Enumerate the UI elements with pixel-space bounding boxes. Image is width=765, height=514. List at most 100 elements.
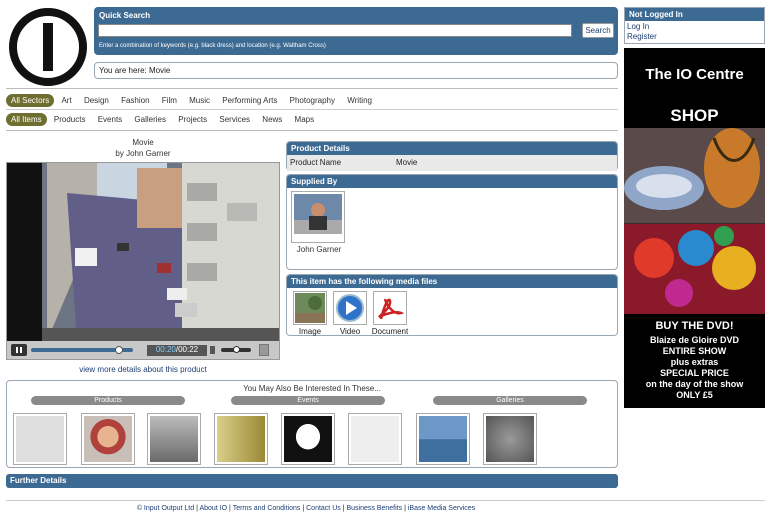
media-document-label: Document (371, 327, 409, 336)
footer-about[interactable]: About IO (199, 505, 227, 512)
sector-performing-arts[interactable]: Performing Arts (217, 94, 282, 107)
supplier-photo (294, 194, 342, 234)
related-thumb[interactable] (13, 413, 67, 465)
related-tab-events[interactable]: Events (231, 396, 385, 405)
volume-handle[interactable] (233, 346, 240, 353)
related-thumb[interactable] (81, 413, 135, 465)
footer-contact[interactable]: Contact Us (306, 505, 341, 512)
product-details-header: Product Details (287, 142, 617, 155)
item-galleries[interactable]: Galleries (129, 113, 171, 126)
footer-links: © Input Output Ltd | About IO | Terms an… (136, 505, 476, 512)
time-display: 00:20/00:22 (147, 345, 207, 356)
related-thumb[interactable] (416, 413, 470, 465)
footer-terms[interactable]: Terms and Conditions (233, 505, 301, 512)
sector-fashion[interactable]: Fashion (116, 94, 154, 107)
sector-art[interactable]: Art (56, 94, 76, 107)
related-title: You May Also Be Interested In These... (243, 384, 381, 393)
related-thumb[interactable] (147, 413, 201, 465)
divider (6, 88, 618, 89)
product-title: Movie (132, 138, 154, 147)
video-frame (7, 163, 279, 341)
quick-search-title: Quick Search (99, 11, 151, 20)
related-tab-galleries[interactable]: Galleries (433, 396, 587, 405)
media-files-panel: This item has the following media files … (286, 274, 618, 336)
item-news[interactable]: News (257, 113, 287, 126)
ad-line7: ONLY £5 (676, 390, 713, 400)
ad-line2: Blaize de Gloire DVD (649, 335, 740, 345)
breadcrumb: You are here: Movie (94, 62, 618, 79)
item-services[interactable]: Services (214, 113, 255, 126)
ad-line4: plus extras (670, 357, 719, 367)
product-name-label: Product Name (290, 158, 342, 167)
search-button[interactable]: Search (582, 23, 614, 38)
fullscreen-icon[interactable] (259, 344, 269, 356)
divider (6, 109, 618, 110)
media-image[interactable] (293, 291, 327, 325)
item-events[interactable]: Events (93, 113, 127, 126)
footer-copyright[interactable]: © Input Output Ltd (137, 505, 194, 512)
media-video-label: Video (339, 327, 361, 336)
ad-shop: SHOP (670, 106, 719, 125)
search-input[interactable] (98, 24, 572, 37)
sector-nav: All Sectors Art Design Fashion Film Musi… (6, 94, 377, 107)
related-panel: You May Also Be Interested In These... P… (6, 380, 618, 468)
ad-title: The IO Centre (645, 66, 744, 83)
image-icon (295, 293, 325, 323)
sector-photography[interactable]: Photography (285, 94, 340, 107)
related-thumb[interactable] (281, 413, 335, 465)
login-box: Not Logged In Log In Register (624, 7, 765, 44)
related-thumb[interactable] (348, 413, 402, 465)
media-files-header: This item has the following media files (287, 275, 617, 288)
login-link[interactable]: Log In (625, 21, 764, 32)
quick-search-panel: Quick Search Search Enter a combination … (94, 7, 618, 55)
item-all[interactable]: All Items (6, 113, 47, 126)
item-type-nav: All Items Products Events Galleries Proj… (6, 113, 319, 126)
login-status: Not Logged In (625, 8, 764, 21)
sector-writing[interactable]: Writing (342, 94, 377, 107)
supplier-avatar[interactable]: John Garner (291, 191, 345, 254)
pdf-document-icon (375, 293, 405, 323)
further-details-header[interactable]: Further Details (6, 474, 618, 488)
search-hint: Enter a combination of keywords (e.g. bl… (99, 43, 326, 49)
footer-business[interactable]: Business Benefits (346, 505, 402, 512)
divider (6, 130, 618, 131)
supplied-by-panel: Supplied By John Garner (286, 174, 618, 270)
ad-line3: ENTIRE SHOW (662, 346, 727, 356)
supplier-name[interactable]: John Garner (292, 245, 346, 254)
sector-all[interactable]: All Sectors (6, 94, 55, 107)
footer-divider (6, 500, 765, 501)
media-document[interactable] (373, 291, 407, 325)
item-projects[interactable]: Projects (173, 113, 212, 126)
item-maps[interactable]: Maps (290, 113, 320, 126)
time-current: 00:20 (155, 345, 176, 354)
video-controls: 00:20/00:22 (7, 341, 279, 359)
sector-design[interactable]: Design (79, 94, 114, 107)
ad-line5: SPECIAL PRICE (660, 368, 729, 378)
view-more-link[interactable]: view more details about this product (6, 365, 280, 374)
footer-ibase[interactable]: iBase Media Services (408, 505, 475, 512)
related-tab-products[interactable]: Products (31, 396, 185, 405)
io-centre-ad[interactable]: The IO Centre SHOP BUY THE DVD! Blaize d… (624, 48, 765, 408)
ad-line1: BUY THE DVD! (655, 320, 734, 332)
register-link[interactable]: Register (625, 32, 764, 41)
related-thumb[interactable] (483, 413, 537, 465)
ad-glassware-image (624, 128, 765, 314)
media-image-label: Image (298, 327, 322, 336)
related-thumb[interactable] (214, 413, 268, 465)
pause-icon[interactable] (11, 344, 27, 356)
seek-handle[interactable] (115, 346, 123, 354)
item-products[interactable]: Products (49, 113, 91, 126)
sector-film[interactable]: Film (157, 94, 182, 107)
product-name-value: Movie (396, 158, 418, 167)
video-player[interactable]: 00:20/00:22 (6, 162, 280, 360)
product-byline: by John Garner (115, 149, 171, 158)
video-play-icon (336, 294, 364, 322)
ad-line6: on the day of the show (645, 379, 744, 389)
media-video[interactable] (333, 291, 367, 325)
time-total: 00:22 (178, 345, 199, 354)
io-logo-icon (9, 8, 87, 86)
site-logo[interactable] (8, 7, 88, 87)
sector-music[interactable]: Music (184, 94, 215, 107)
volume-icon[interactable] (210, 346, 218, 354)
product-details-panel: Product Details Product Name Movie (286, 141, 618, 171)
